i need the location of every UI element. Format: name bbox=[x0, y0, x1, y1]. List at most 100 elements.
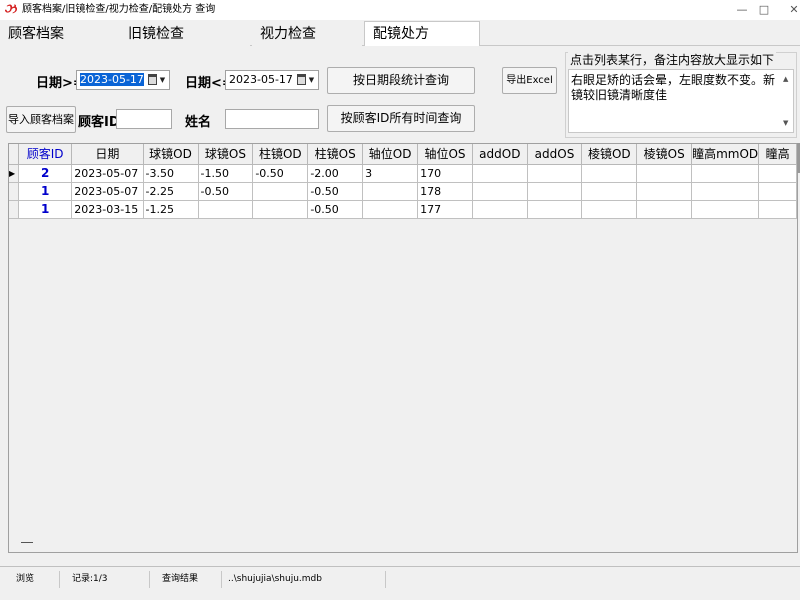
column-header[interactable]: 柱镜OD bbox=[252, 144, 309, 165]
row-header[interactable] bbox=[9, 200, 19, 219]
status-mode: 浏览 bbox=[12, 571, 60, 588]
column-header[interactable]: 球镜OS bbox=[198, 144, 254, 165]
tab-bar: 顾客档案 旧镜检查 视力检查 配镜处方 bbox=[0, 20, 800, 47]
prescription-table: 顾客ID 日期 球镜OD 球镜OS 柱镜OD 柱镜OS 轴位OD 轴位OS ad… bbox=[9, 144, 797, 219]
table-row[interactable]: 1 2023-03-15 -1.25 -0.50 177 bbox=[9, 200, 797, 219]
table-cell[interactable]: 177 bbox=[417, 200, 473, 219]
name-input[interactable] bbox=[225, 109, 319, 129]
table-cell[interactable] bbox=[472, 164, 528, 183]
table-cell[interactable]: 2023-03-15 bbox=[71, 200, 144, 219]
chevron-down-icon: ▼ bbox=[308, 76, 315, 84]
calendar-icon bbox=[297, 74, 306, 85]
table-cell[interactable] bbox=[252, 182, 309, 201]
table-cell[interactable]: -2.00 bbox=[307, 164, 364, 183]
table-cell[interactable]: 178 bbox=[417, 182, 473, 201]
table-cell[interactable]: 2023-05-07 bbox=[71, 164, 144, 183]
table-cell[interactable] bbox=[472, 182, 528, 201]
date-from-value: 2023-05-17 bbox=[80, 73, 144, 86]
query-by-date-button[interactable]: 按日期段统计查询 bbox=[327, 67, 475, 94]
table-cell[interactable] bbox=[691, 182, 760, 201]
table-cell[interactable] bbox=[362, 200, 419, 219]
table-cell[interactable]: 2 bbox=[18, 164, 73, 183]
table-cell[interactable] bbox=[198, 200, 254, 219]
column-header[interactable]: 棱镜OD bbox=[581, 144, 638, 165]
table-cell[interactable]: 1 bbox=[18, 200, 73, 219]
table-cell[interactable] bbox=[527, 164, 583, 183]
table-cell[interactable]: -1.25 bbox=[143, 200, 199, 219]
customer-id-input[interactable] bbox=[116, 109, 172, 129]
import-customer-records-button[interactable]: 导入顾客档案 bbox=[6, 106, 76, 133]
table-cell[interactable]: 3 bbox=[362, 164, 419, 183]
table-cell[interactable]: -2.25 bbox=[143, 182, 199, 201]
column-header[interactable]: addOS bbox=[527, 144, 583, 165]
title-bar: ઝ 顾客档案/旧镜检查/视力检查/配镜处方 查询 — □ ✕ bbox=[0, 0, 800, 20]
table-cell[interactable] bbox=[636, 200, 693, 219]
table-cell[interactable]: -1.50 bbox=[198, 164, 254, 183]
table-cell[interactable]: 2023-05-07 bbox=[71, 182, 144, 201]
memo-scrollbar[interactable]: ▲ ▼ bbox=[783, 74, 791, 128]
column-header[interactable]: addOD bbox=[472, 144, 528, 165]
table-cell[interactable]: 1 bbox=[18, 182, 73, 201]
table-cell[interactable] bbox=[581, 182, 638, 201]
scroll-up-icon[interactable]: ▲ bbox=[783, 74, 791, 84]
table-cell[interactable] bbox=[581, 200, 638, 219]
status-record: 记录:1/3 bbox=[68, 571, 150, 588]
table-cell[interactable] bbox=[636, 164, 693, 183]
column-header[interactable]: 棱镜OS bbox=[636, 144, 693, 165]
status-db-path: ..\shujujia\shuju.mdb bbox=[224, 571, 386, 588]
table-cell[interactable] bbox=[691, 200, 760, 219]
column-header[interactable]: 日期 bbox=[71, 144, 144, 165]
table-cell[interactable] bbox=[691, 164, 760, 183]
row-header[interactable] bbox=[9, 182, 19, 201]
column-header[interactable]: 瞳高mmOD bbox=[691, 144, 760, 165]
data-grid[interactable]: 顾客ID 日期 球镜OD 球镜OS 柱镜OD 柱镜OS 轴位OD 轴位OS ad… bbox=[8, 143, 798, 553]
table-cell[interactable] bbox=[581, 164, 638, 183]
row-header-corner bbox=[9, 144, 19, 165]
column-header[interactable]: 球镜OD bbox=[143, 144, 199, 165]
memo-textarea[interactable]: 右眼足矫的话会晕，左眼度数不变。新镜较旧镜清晰度佳 ▲ ▼ bbox=[568, 69, 794, 133]
memo-text: 右眼足矫的话会晕，左眼度数不变。新镜较旧镜清晰度佳 bbox=[571, 73, 776, 102]
table-cell[interactable] bbox=[362, 182, 419, 201]
tab-vision-check[interactable]: 视力检查 bbox=[252, 22, 362, 46]
app-logo-icon: ઝ bbox=[4, 2, 17, 17]
table-cell[interactable] bbox=[472, 200, 528, 219]
query-by-id-button[interactable]: 按顾客ID所有时间查询 bbox=[327, 105, 475, 132]
table-cell[interactable] bbox=[527, 200, 583, 219]
column-header[interactable]: 柱镜OS bbox=[307, 144, 364, 165]
current-row-marker-icon[interactable]: ▶ bbox=[9, 164, 19, 183]
table-cell[interactable] bbox=[758, 164, 797, 183]
date-to-picker[interactable]: 2023-05-17 ▼ bbox=[225, 70, 319, 90]
window-title: 顾客档案/旧镜检查/视力检查/配镜处方 查询 bbox=[22, 4, 216, 15]
table-row[interactable]: 1 2023-05-07 -2.25 -0.50 -0.50 178 bbox=[9, 182, 797, 201]
table-cell[interactable] bbox=[758, 182, 797, 201]
date-from-picker[interactable]: 2023-05-17 ▼ bbox=[76, 70, 170, 90]
export-excel-button[interactable]: 导出Excel bbox=[502, 67, 557, 94]
customer-id-label: 顾客ID bbox=[78, 115, 120, 130]
table-header-row: 顾客ID 日期 球镜OD 球镜OS 柱镜OD 柱镜OS 轴位OD 轴位OS ad… bbox=[9, 144, 797, 165]
column-header[interactable]: 轴位OD bbox=[362, 144, 419, 165]
table-cell[interactable]: -3.50 bbox=[143, 164, 199, 183]
table-cell[interactable] bbox=[636, 182, 693, 201]
table-cell[interactable]: 170 bbox=[417, 164, 473, 183]
memo-group: 点击列表某行，备注内容放大显示如下 右眼足矫的话会晕，左眼度数不变。新镜较旧镜清… bbox=[565, 51, 797, 138]
tab-old-glasses-check[interactable]: 旧镜检查 bbox=[120, 22, 250, 46]
column-header[interactable]: 顾客ID bbox=[18, 144, 73, 165]
table-row[interactable]: ▶ 2 2023-05-07 -3.50 -1.50 -0.50 -2.00 3… bbox=[9, 164, 797, 183]
tab-customer-records[interactable]: 顾客档案 bbox=[0, 22, 120, 46]
table-cell[interactable] bbox=[252, 200, 309, 219]
column-header[interactable]: 瞳高 bbox=[758, 144, 797, 165]
close-button[interactable]: ✕ bbox=[774, 0, 800, 20]
table-cell[interactable] bbox=[758, 200, 797, 219]
table-cell[interactable]: -0.50 bbox=[252, 164, 309, 183]
name-label: 姓名 bbox=[185, 115, 212, 130]
table-cell[interactable]: -0.50 bbox=[307, 200, 364, 219]
scroll-down-icon[interactable]: ▼ bbox=[783, 118, 791, 128]
table-cell[interactable] bbox=[527, 182, 583, 201]
memo-title: 点击列表某行，备注内容放大显示如下 bbox=[568, 51, 777, 68]
table-cell[interactable]: -0.50 bbox=[307, 182, 364, 201]
date-to-value: 2023-05-17 bbox=[229, 73, 293, 86]
grid-splitter-handle[interactable] bbox=[21, 542, 33, 543]
column-header[interactable]: 轴位OS bbox=[417, 144, 473, 165]
tab-prescription[interactable]: 配镜处方 bbox=[364, 21, 480, 47]
table-cell[interactable]: -0.50 bbox=[198, 182, 254, 201]
